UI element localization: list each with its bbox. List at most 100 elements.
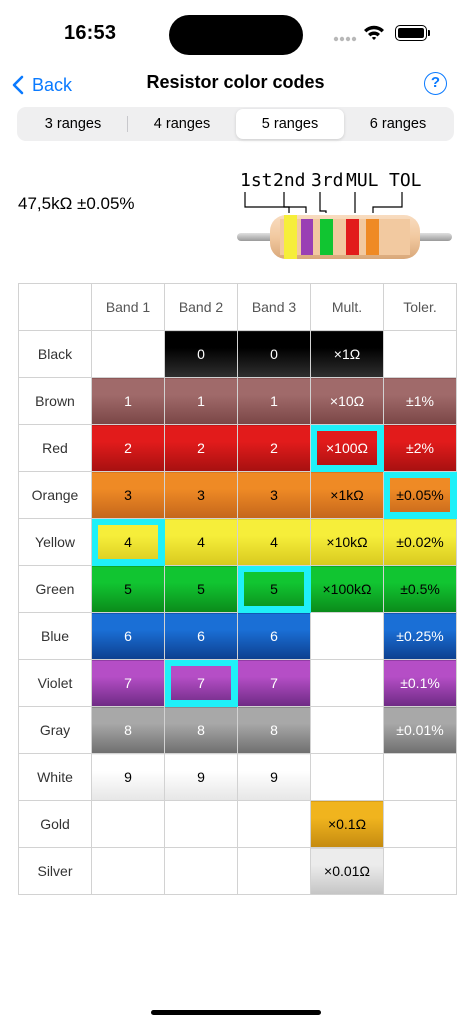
cell-value: 4 [270,534,278,550]
color-name-brown: Brown [18,377,92,425]
table-row: Red 2 2 2 ×100Ω ±2% [18,424,457,472]
cell-white-band-3[interactable]: 9 [237,753,311,801]
cell-value: 2 [197,440,205,456]
cell-value: 9 [124,769,132,785]
cell-yellow-toler[interactable]: ±0.02% [383,518,457,566]
cell-gold-toler [383,800,457,848]
battery-icon [395,25,427,41]
segment-5-ranges[interactable]: 5 ranges [236,109,344,139]
cell-gray-band-2[interactable]: 8 [164,706,238,754]
cell-yellow-band-2[interactable]: 4 [164,518,238,566]
cell-value: 4 [197,534,205,550]
segment-3-ranges[interactable]: 3 ranges [19,109,127,139]
selected-cell-orange-toler[interactable]: ±0.05% [383,471,457,519]
cell-orange-mult[interactable]: ×1kΩ [310,471,384,519]
segment-6-ranges[interactable]: 6 ranges [344,109,452,139]
signal-dots-icon [333,36,357,42]
cell-blue-band-1[interactable]: 6 [91,612,165,660]
cell-value: 1 [124,393,132,409]
cell-black-band-2[interactable]: 0 [164,330,238,378]
cell-blue-band-2[interactable]: 6 [164,612,238,660]
cell-value: 8 [197,722,205,738]
cell-gray-mult [310,706,384,754]
cell-value: 8 [124,722,132,738]
cell-green-toler[interactable]: ±0.5% [383,565,457,613]
color-code-table: Band 1 Band 2 Band 3 Mult. Toler. Black 0… [18,283,457,895]
cell-gold-mult[interactable]: ×0.1Ω [310,800,384,848]
selected-cell-yellow-band-1[interactable]: 4 [91,518,165,566]
cell-blue-mult [310,612,384,660]
cell-yellow-mult[interactable]: ×10kΩ [310,518,384,566]
cell-brown-mult[interactable]: ×10Ω [310,377,384,425]
table-row: Gold ×0.1Ω [18,800,457,848]
cell-gray-toler[interactable]: ±0.01% [383,706,457,754]
color-name-yellow: Yellow [18,518,92,566]
cell-value: 6 [270,628,278,644]
cell-value: ±1% [406,393,434,409]
cell-brown-band-1[interactable]: 1 [91,377,165,425]
cell-value: 8 [270,722,278,738]
cell-gray-band-3[interactable]: 8 [237,706,311,754]
cell-red-band-1[interactable]: 2 [91,424,165,472]
cell-brown-band-3[interactable]: 1 [237,377,311,425]
cell-violet-toler[interactable]: ±0.1% [383,659,457,707]
cell-value: 3 [124,487,132,503]
cell-blue-band-3[interactable]: 6 [237,612,311,660]
cell-green-mult[interactable]: ×100kΩ [310,565,384,613]
cell-black-mult[interactable]: ×1Ω [310,330,384,378]
selected-cell-green-band-3[interactable]: 5 [237,565,311,613]
cell-green-band-1[interactable]: 5 [91,565,165,613]
selected-cell-red-mult[interactable]: ×100Ω [310,424,384,472]
cell-value: ×1kΩ [330,487,364,503]
cell-value: ×0.1Ω [327,816,367,832]
table-row: Brown 1 1 1 ×10Ω ±1% [18,377,457,425]
cell-violet-mult [310,659,384,707]
cell-black-band-3[interactable]: 0 [237,330,311,378]
table-row: Black 0 0 ×1Ω [18,330,457,378]
selected-cell-violet-band-2[interactable]: 7 [164,659,238,707]
table-row: Orange 3 3 3 ×1kΩ ±0.05% [18,471,457,519]
cell-orange-band-3[interactable]: 3 [237,471,311,519]
cell-value: 9 [197,769,205,785]
cell-value: 5 [124,581,132,597]
cell-gold-band-2 [164,800,238,848]
color-name-orange: Orange [18,471,92,519]
cell-value: ×10kΩ [326,534,368,550]
table-row: White 9 9 9 [18,753,457,801]
cell-value: 0 [197,346,205,362]
cell-value: 7 [270,675,278,691]
cell-green-band-2[interactable]: 5 [164,565,238,613]
color-name-gold: Gold [18,800,92,848]
cell-red-band-3[interactable]: 2 [237,424,311,472]
resistor-band-2 [301,219,313,255]
cell-gold-band-1 [91,800,165,848]
cell-silver-mult[interactable]: ×0.01Ω [310,847,384,895]
cell-orange-band-2[interactable]: 3 [164,471,238,519]
cell-white-band-2[interactable]: 9 [164,753,238,801]
cell-yellow-band-3[interactable]: 4 [237,518,311,566]
cell-black-band-1 [91,330,165,378]
cell-brown-toler[interactable]: ±1% [383,377,457,425]
dynamic-island [169,15,303,55]
header-tolerance: Toler. [383,283,457,331]
cell-value: ±0.25% [396,628,444,644]
cell-violet-band-3[interactable]: 7 [237,659,311,707]
cell-silver-band-2 [164,847,238,895]
cell-value: 6 [197,628,205,644]
cell-white-band-1[interactable]: 9 [91,753,165,801]
cell-value: ±0.01% [396,722,444,738]
cell-red-toler[interactable]: ±2% [383,424,457,472]
header-band-1: Band 1 [91,283,165,331]
cell-value: ±0.1% [400,675,440,691]
status-time: 16:53 [64,22,117,44]
cell-violet-band-1[interactable]: 7 [91,659,165,707]
cell-silver-toler [383,847,457,895]
cell-brown-band-2[interactable]: 1 [164,377,238,425]
cell-gray-band-1[interactable]: 8 [91,706,165,754]
cell-blue-toler[interactable]: ±0.25% [383,612,457,660]
help-button[interactable]: ? [424,72,447,95]
cell-orange-band-1[interactable]: 3 [91,471,165,519]
segment-4-ranges[interactable]: 4 ranges [128,109,236,139]
cell-red-band-2[interactable]: 2 [164,424,238,472]
cell-gold-band-3 [237,800,311,848]
